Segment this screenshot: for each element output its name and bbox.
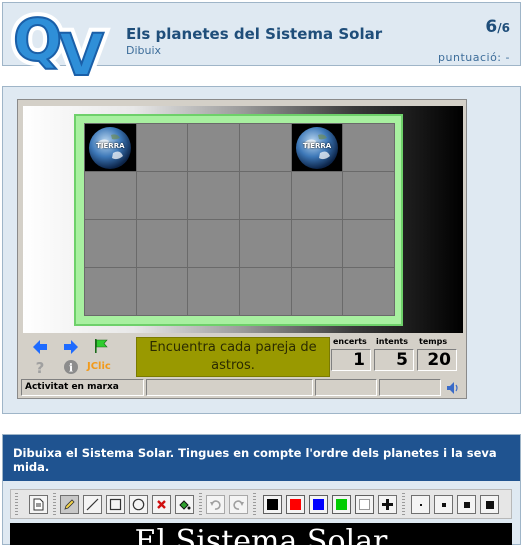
- page-current: 6: [485, 17, 498, 37]
- memory-board: TIERRA TIERRA: [74, 114, 403, 326]
- more-colors-icon[interactable]: [378, 495, 397, 514]
- svg-text:i: i: [69, 362, 73, 375]
- fill-icon[interactable]: [175, 495, 194, 514]
- svg-text:Q: Q: [13, 6, 62, 74]
- counter-time: 20: [417, 349, 457, 371]
- memory-card-earth[interactable]: TIERRA: [291, 124, 343, 171]
- counter-attempts: 5: [374, 349, 414, 371]
- score-label: puntuació:: [438, 51, 502, 64]
- drawing-panel: Dibuixa el Sistema Solar. Tingues en com…: [2, 434, 521, 545]
- info-icon[interactable]: i: [63, 359, 79, 375]
- arrow-right-icon[interactable]: [63, 339, 79, 355]
- question-icon[interactable]: ?: [32, 359, 48, 375]
- page-counter: 6/6: [485, 17, 510, 37]
- pencil-icon[interactable]: [60, 495, 79, 514]
- page-title: Els planetes del Sistema Solar: [126, 25, 383, 43]
- status-bar: Activitat en marxa: [19, 379, 465, 397]
- score: puntuació: -: [438, 51, 510, 64]
- new-page-icon[interactable]: [29, 495, 48, 514]
- counter-label-attempts: intents: [376, 337, 408, 346]
- brush-size-4[interactable]: [480, 495, 499, 514]
- green-flag-icon[interactable]: [93, 338, 109, 354]
- color-white[interactable]: [355, 495, 374, 514]
- canvas-title: El Sistema Solar: [134, 524, 388, 545]
- rectangle-icon[interactable]: [106, 495, 125, 514]
- memory-card[interactable]: [343, 268, 394, 315]
- memory-card[interactable]: [188, 268, 239, 315]
- line-icon[interactable]: [83, 495, 102, 514]
- memory-card[interactable]: [188, 172, 239, 219]
- arrow-left-icon[interactable]: [32, 339, 48, 355]
- svg-text:?: ?: [36, 359, 45, 375]
- status-cell: [379, 379, 441, 396]
- memory-card[interactable]: [343, 124, 394, 171]
- status-cell: [315, 379, 377, 396]
- card-label: TIERRA: [96, 142, 125, 150]
- memory-card[interactable]: [343, 220, 394, 267]
- jclic-logo[interactable]: JClic: [87, 361, 111, 372]
- page-total: /6: [497, 21, 510, 35]
- status-text: Activitat en marxa: [21, 379, 144, 396]
- memory-card[interactable]: [188, 220, 239, 267]
- activity-stage: TIERRA TIERRA: [23, 106, 463, 333]
- memory-card[interactable]: [240, 220, 291, 267]
- player-controls: ? i JClic Encuentra cada pareja de astro…: [23, 337, 463, 379]
- memory-card[interactable]: [240, 172, 291, 219]
- status-progress: [146, 379, 313, 396]
- activity-panel: TIERRA TIERRA ? i JClic Encuentra cada p…: [2, 86, 521, 414]
- drawing-canvas[interactable]: El Sistema Solar: [10, 523, 512, 545]
- memory-grid: TIERRA TIERRA: [84, 123, 395, 316]
- toolbar-grip: [15, 493, 18, 516]
- memory-card[interactable]: [291, 172, 343, 219]
- memory-card[interactable]: [188, 124, 239, 171]
- redo-icon[interactable]: [229, 495, 248, 514]
- clear-icon[interactable]: [152, 495, 171, 514]
- toolbar-separator: [199, 493, 202, 516]
- counter-hits: 1: [331, 349, 371, 371]
- memory-card-earth[interactable]: TIERRA: [85, 124, 136, 171]
- memory-card[interactable]: [136, 124, 188, 171]
- task-instruction: Dibuixa el Sistema Solar. Tingues en com…: [3, 435, 520, 481]
- memory-card[interactable]: [343, 172, 394, 219]
- brush-size-3[interactable]: [457, 495, 476, 514]
- jclic-player: TIERRA TIERRA ? i JClic Encuentra cada p…: [17, 99, 467, 399]
- memory-card[interactable]: [136, 220, 188, 267]
- memory-card[interactable]: [240, 268, 291, 315]
- color-blue[interactable]: [309, 495, 328, 514]
- speaker-icon[interactable]: [446, 381, 460, 395]
- card-label: TIERRA: [302, 142, 332, 150]
- memory-card[interactable]: [240, 124, 291, 171]
- memory-card[interactable]: [136, 172, 188, 219]
- memory-card[interactable]: [85, 172, 136, 219]
- toolbar-separator: [253, 493, 256, 516]
- counter-label-time: temps: [419, 337, 448, 346]
- toolbar-separator: [402, 493, 405, 516]
- drawing-toolbar: [10, 489, 512, 519]
- memory-card[interactable]: [85, 220, 136, 267]
- counter-label-hits: encerts: [333, 337, 367, 346]
- qv-logo: Q V Q V: [9, 5, 109, 83]
- memory-card[interactable]: [291, 220, 343, 267]
- color-green[interactable]: [332, 495, 351, 514]
- brush-size-1[interactable]: [411, 495, 430, 514]
- circle-icon[interactable]: [129, 495, 148, 514]
- undo-icon[interactable]: [206, 495, 225, 514]
- memory-card[interactable]: [85, 268, 136, 315]
- memory-card[interactable]: [136, 268, 188, 315]
- activity-header: Q V Q V Els planetes del Sistema Solar D…: [2, 2, 521, 83]
- memory-card[interactable]: [291, 268, 343, 315]
- toolbar-separator: [53, 493, 56, 516]
- message-box: Encuentra cada pareja de astros.: [136, 337, 330, 377]
- color-black[interactable]: [263, 495, 282, 514]
- color-red[interactable]: [286, 495, 305, 514]
- activity-type: Dibuix: [126, 44, 162, 57]
- score-value: -: [505, 51, 510, 64]
- brush-size-2[interactable]: [434, 495, 453, 514]
- svg-text:V: V: [59, 21, 104, 83]
